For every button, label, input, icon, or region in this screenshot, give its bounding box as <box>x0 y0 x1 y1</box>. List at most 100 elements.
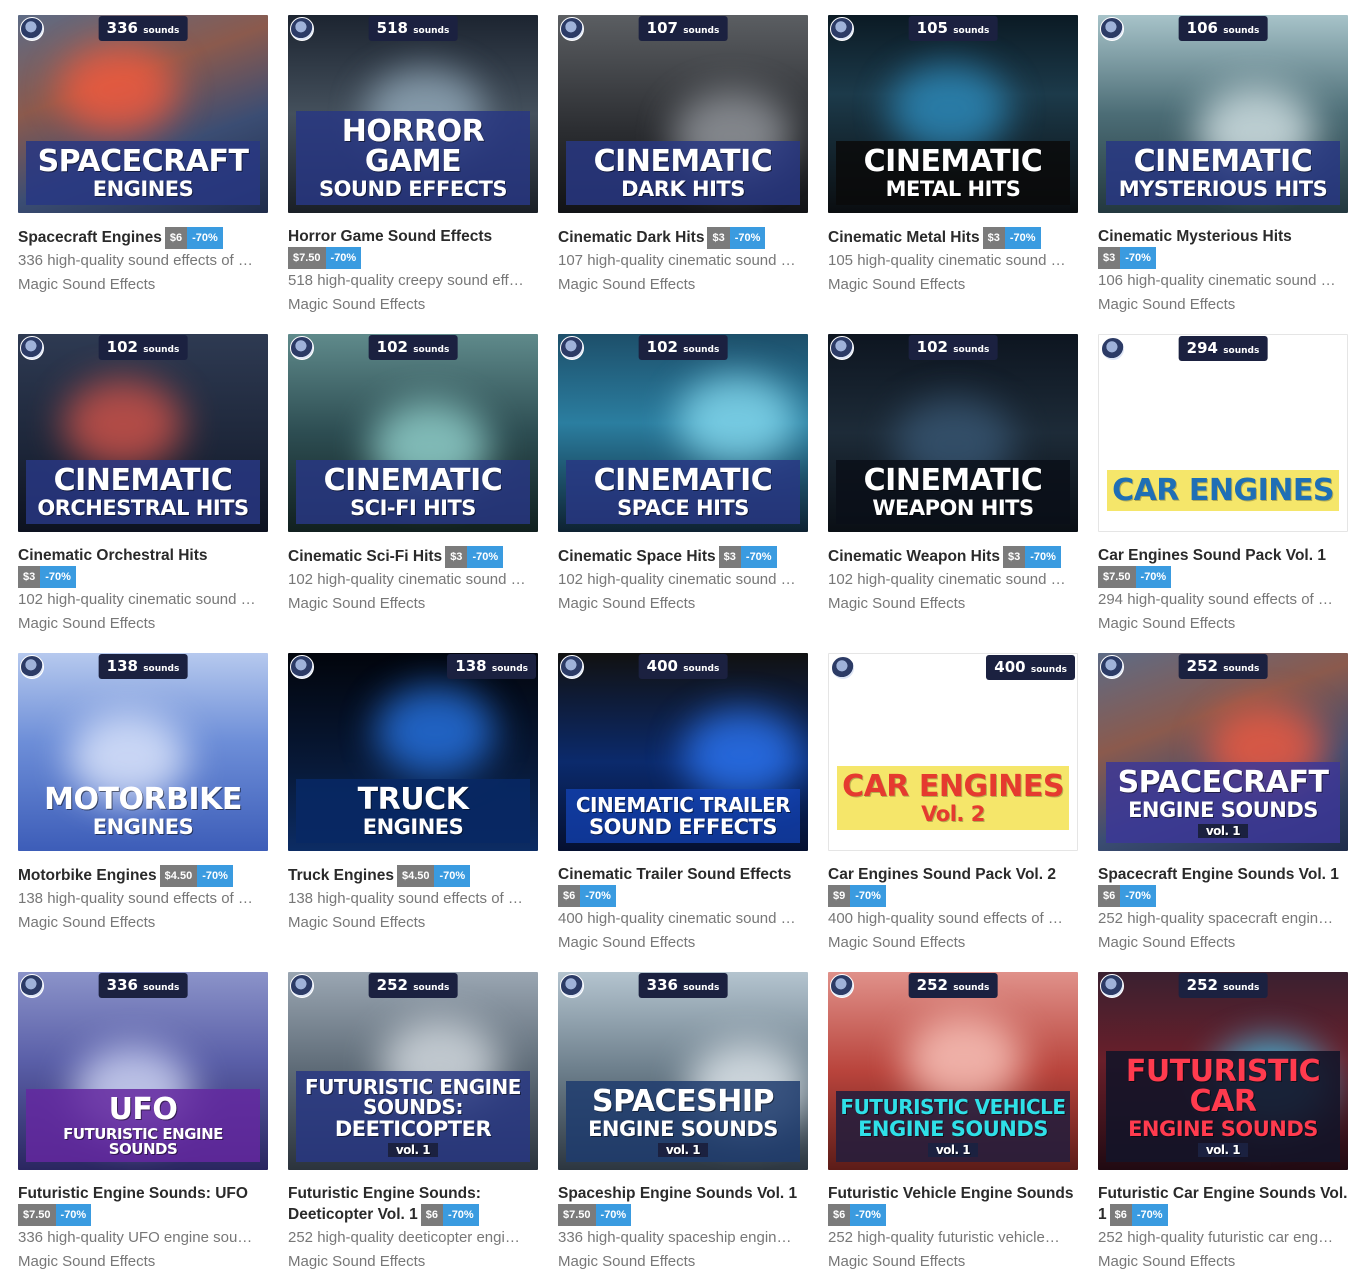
product-author[interactable]: Magic Sound Effects <box>558 275 808 295</box>
product-thumbnail[interactable]: 252 sounds FUTURISTIC VEHICLE ENGINE SOU… <box>828 972 1078 1170</box>
product-card[interactable]: 138 sounds MOTORBIKE ENGINES Motorbike E… <box>18 653 268 972</box>
product-author[interactable]: Magic Sound Effects <box>18 1252 268 1272</box>
cover-title-line2: SOUND EFFECTS <box>588 815 778 839</box>
product-thumbnail[interactable]: 252 sounds SPACECRAFT ENGINE SOUNDS vol.… <box>1098 653 1348 851</box>
product-title-row: Futuristic Engine Sounds: UFO $7.50 -70% <box>18 1184 268 1226</box>
product-thumbnail[interactable]: 336 sounds UFO FUTURISTIC ENGINE SOUNDS <box>18 972 268 1170</box>
product-card[interactable]: 252 sounds FUTURISTIC ENGINE SOUNDS: DEE… <box>288 972 538 1272</box>
product-card[interactable]: 252 sounds FUTURISTIC VEHICLE ENGINE SOU… <box>828 972 1078 1272</box>
product-thumbnail[interactable]: 252 sounds FUTURISTIC ENGINE SOUNDS: DEE… <box>288 972 538 1170</box>
product-info: Car Engines Sound Pack Vol. 2 $9 -70% 400 … <box>828 851 1078 953</box>
product-title[interactable]: Futuristic Vehicle Engine Sounds <box>828 1185 1073 1202</box>
product-title[interactable]: Cinematic Mysterious Hits <box>1098 228 1292 245</box>
product-title[interactable]: Cinematic Sci-Fi Hits <box>288 548 442 565</box>
product-author[interactable]: Magic Sound Effects <box>828 594 1078 614</box>
product-thumbnail[interactable]: 518 sounds HORROR GAME SOUND EFFECTS <box>288 15 538 213</box>
sound-count-unit: sounds <box>683 983 720 993</box>
product-card[interactable]: 252 sounds FUTURISTIC CAR ENGINE SOUNDS … <box>1098 972 1348 1272</box>
product-card[interactable]: 400 sounds CINEMATIC TRAILER SOUND EFFEC… <box>558 653 808 972</box>
price-tag: $6 -70% <box>1098 885 1156 907</box>
product-author[interactable]: Magic Sound Effects <box>18 275 268 295</box>
product-title[interactable]: Spacecraft Engine Sounds Vol. 1 <box>1098 866 1339 883</box>
product-author[interactable]: Magic Sound Effects <box>1098 614 1348 634</box>
cover-title-line2: SPACE HITS <box>617 496 749 520</box>
cover-title-line2: METAL HITS <box>885 177 1021 201</box>
product-info: Cinematic Space Hits $3 -70% 102 high-qual… <box>558 532 808 614</box>
product-title[interactable]: Motorbike Engines <box>18 867 157 884</box>
sound-count-unit: sounds <box>953 26 990 36</box>
product-card[interactable]: 294 sounds CAR ENGINES Car Engines Sound… <box>1098 334 1348 653</box>
product-title[interactable]: Car Engines Sound Pack Vol. 2 <box>828 866 1056 883</box>
product-thumbnail[interactable]: 105 sounds CINEMATIC METAL HITS <box>828 15 1078 213</box>
product-thumbnail[interactable]: 102 sounds CINEMATIC WEAPON HITS <box>828 334 1078 532</box>
product-thumbnail[interactable]: 106 sounds CINEMATIC MYSTERIOUS HITS <box>1098 15 1348 213</box>
product-card[interactable]: 336 sounds UFO FUTURISTIC ENGINE SOUNDS … <box>18 972 268 1272</box>
product-author[interactable]: Magic Sound Effects <box>1098 933 1348 953</box>
product-author[interactable]: Magic Sound Effects <box>558 1252 808 1272</box>
product-card[interactable]: 105 sounds CINEMATIC METAL HITS Cinemati… <box>828 15 1078 334</box>
product-card[interactable]: 102 sounds CINEMATIC SPACE HITS Cinemati… <box>558 334 808 653</box>
cover-title-line1: UFO <box>108 1092 178 1127</box>
product-author[interactable]: Magic Sound Effects <box>1098 1252 1348 1272</box>
price-tag: $7.50 -70% <box>1098 566 1172 588</box>
product-author[interactable]: Magic Sound Effects <box>828 933 1078 953</box>
product-description: 138 high-quality sound effects of … <box>288 890 523 907</box>
price-tag: $3 -70% <box>982 227 1041 249</box>
product-thumbnail[interactable]: 102 sounds CINEMATIC SCI-FI HITS <box>288 334 538 532</box>
product-author[interactable]: Magic Sound Effects <box>1098 295 1348 315</box>
product-card[interactable]: 138 sounds TRUCK ENGINES Truck Engines $4… <box>288 653 538 972</box>
product-author[interactable]: Magic Sound Effects <box>18 614 268 634</box>
product-thumbnail[interactable]: 294 sounds CAR ENGINES <box>1098 334 1348 532</box>
price: $3 <box>445 546 468 568</box>
product-card[interactable]: 102 sounds CINEMATIC ORCHESTRAL HITS Cin… <box>18 334 268 653</box>
cover-title-line2: SOUND EFFECTS <box>318 177 508 201</box>
product-title[interactable]: Cinematic Metal Hits <box>828 229 980 246</box>
product-card[interactable]: 252 sounds SPACECRAFT ENGINE SOUNDS vol.… <box>1098 653 1348 972</box>
product-thumbnail[interactable]: 336 sounds SPACECRAFT ENGINES <box>18 15 268 213</box>
product-title[interactable]: Truck Engines <box>288 867 394 884</box>
product-title-row: Cinematic Space Hits $3 -70% <box>558 546 808 568</box>
product-author[interactable]: Magic Sound Effects <box>558 933 808 953</box>
product-title[interactable]: Spacecraft Engines <box>18 229 162 246</box>
product-card[interactable]: 102 sounds CINEMATIC WEAPON HITS Cinemat… <box>828 334 1078 653</box>
product-thumbnail[interactable]: 400 sounds CINEMATIC TRAILER SOUND EFFEC… <box>558 653 808 851</box>
product-title[interactable]: Cinematic Orchestral Hits <box>18 547 208 564</box>
sound-count-unit: sounds <box>143 345 180 355</box>
product-title[interactable]: Cinematic Dark Hits <box>558 229 704 246</box>
product-title[interactable]: Car Engines Sound Pack Vol. 1 <box>1098 547 1326 564</box>
discount-badge: -70% <box>850 1204 886 1226</box>
product-thumbnail[interactable]: 252 sounds FUTURISTIC CAR ENGINE SOUNDS … <box>1098 972 1348 1170</box>
product-card[interactable]: 336 sounds SPACECRAFT ENGINES Spacecraft… <box>18 15 268 334</box>
product-thumbnail[interactable]: 102 sounds CINEMATIC SPACE HITS <box>558 334 808 532</box>
product-title[interactable]: Cinematic Space Hits <box>558 548 716 565</box>
product-author[interactable]: Magic Sound Effects <box>288 1252 538 1272</box>
product-author[interactable]: Magic Sound Effects <box>828 275 1078 295</box>
product-card[interactable]: 106 sounds CINEMATIC MYSTERIOUS HITS Cin… <box>1098 15 1348 334</box>
product-thumbnail[interactable]: 400 sounds CAR ENGINES Vol. 2 <box>828 653 1078 851</box>
product-author[interactable]: Magic Sound Effects <box>828 1252 1078 1272</box>
brand-logo-icon <box>560 336 584 360</box>
product-title[interactable]: Spaceship Engine Sounds Vol. 1 <box>558 1185 797 1202</box>
product-author[interactable]: Magic Sound Effects <box>288 295 538 315</box>
product-card[interactable]: 518 sounds HORROR GAME SOUND EFFECTS Hor… <box>288 15 538 334</box>
product-author[interactable]: Magic Sound Effects <box>18 913 268 933</box>
product-title[interactable]: Futuristic Engine Sounds: UFO <box>18 1185 248 1202</box>
product-thumbnail[interactable]: 138 sounds TRUCK ENGINES <box>288 653 538 851</box>
product-card[interactable]: 400 sounds CAR ENGINES Vol. 2 Car Engine… <box>828 653 1078 972</box>
product-author[interactable]: Magic Sound Effects <box>558 594 808 614</box>
product-thumbnail[interactable]: 102 sounds CINEMATIC ORCHESTRAL HITS <box>18 334 268 532</box>
product-title[interactable]: Cinematic Trailer Sound Effects <box>558 866 791 883</box>
product-thumbnail[interactable]: 138 sounds MOTORBIKE ENGINES <box>18 653 268 851</box>
product-card[interactable]: 336 sounds SPACESHIP ENGINE SOUNDS vol. … <box>558 972 808 1272</box>
product-author[interactable]: Magic Sound Effects <box>288 913 538 933</box>
product-card[interactable]: 107 sounds CINEMATIC DARK HITS Cinematic… <box>558 15 808 334</box>
cover-volume-label: vol. 1 <box>1197 824 1249 838</box>
product-title[interactable]: Horror Game Sound Effects <box>288 228 492 245</box>
product-author[interactable]: Magic Sound Effects <box>288 594 538 614</box>
product-title-row: Futuristic Vehicle Engine Sounds $6 -70% <box>828 1184 1078 1226</box>
product-thumbnail[interactable]: 107 sounds CINEMATIC DARK HITS <box>558 15 808 213</box>
product-thumbnail[interactable]: 336 sounds SPACESHIP ENGINE SOUNDS vol. … <box>558 972 808 1170</box>
product-title[interactable]: Cinematic Weapon Hits <box>828 548 1000 565</box>
product-card[interactable]: 102 sounds CINEMATIC SCI-FI HITS Cinemat… <box>288 334 538 653</box>
sound-count: 336 <box>106 19 138 37</box>
